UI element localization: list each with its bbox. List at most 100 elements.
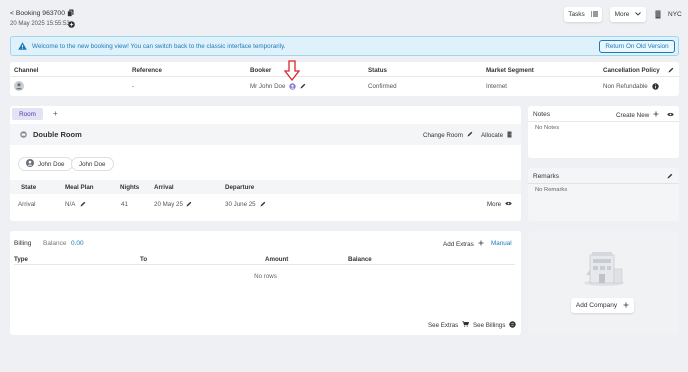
state-value: Arrival <box>18 201 36 208</box>
room-type-title: Double Room <box>33 130 82 139</box>
chevron-down-icon <box>635 11 642 18</box>
billing-empty-label: No rows <box>254 273 277 280</box>
see-billings-label: See Billings <box>473 322 506 329</box>
eye-icon[interactable] <box>667 112 674 119</box>
guest-chip-secondary[interactable]: John Doe <box>71 157 114 171</box>
header-channel: Channel <box>14 67 39 74</box>
remarks-empty-label: No Remarks <box>535 187 568 193</box>
edit-departure-icon[interactable] <box>260 201 266 209</box>
create-note-button[interactable]: Create New <box>616 111 659 119</box>
remarks-card: Remarks No Remarks <box>528 168 679 221</box>
guest-name: John Doe <box>38 160 65 168</box>
header-nights: Nights <box>120 184 140 191</box>
channel-avatar-icon <box>14 81 24 93</box>
market-segment-value: Internet <box>486 83 507 90</box>
banner-message: Welcome to the new booking view! You can… <box>32 43 286 50</box>
door-icon <box>507 131 512 140</box>
allocate-button[interactable]: Allocate <box>481 131 512 140</box>
change-room-button[interactable]: Change Room <box>423 131 473 139</box>
guest-name: John Doe <box>79 160 106 168</box>
balance-label: Balance <box>43 240 67 247</box>
edit-meal-plan-icon[interactable] <box>80 201 86 209</box>
change-room-label: Change Room <box>423 131 463 139</box>
return-old-version-button[interactable]: Return On Old Version <box>599 40 675 53</box>
add-extras-button[interactable]: Add Extras <box>443 240 484 248</box>
edit-icon <box>467 131 473 139</box>
edit-booker-icon[interactable] <box>300 83 306 91</box>
header-to: To <box>140 256 148 263</box>
contact-card-icon[interactable] <box>289 83 296 92</box>
bed-icon <box>20 131 27 140</box>
see-billings-button[interactable]: See Billings <box>473 321 517 330</box>
list-icon <box>590 11 598 19</box>
edit-arrival-icon[interactable] <box>186 201 192 209</box>
reference-value: - <box>132 83 135 90</box>
header-status: Status <box>368 67 387 74</box>
tasks-label: Tasks <box>568 11 585 18</box>
allocate-label: Allocate <box>481 132 504 139</box>
tasks-button[interactable]: Tasks <box>564 7 602 22</box>
departure-value: 30 June 25 <box>225 201 256 208</box>
booking-summary-card: Channel Reference Booker Status Market S… <box>10 60 679 96</box>
manual-link[interactable]: Manual <box>491 240 512 247</box>
add-room-tab-button[interactable]: + <box>53 109 58 118</box>
header-amount: Amount <box>265 256 289 263</box>
tab-room[interactable]: Room <box>12 108 43 120</box>
billing-card: Billing Balance 0.00 Add Extras Manual T… <box>10 231 521 335</box>
more-label: More <box>614 11 630 18</box>
status-value: Confirmed <box>368 83 397 90</box>
room-type-bar: Double Room Change Room Allocate <box>10 124 521 145</box>
header-market-segment: Market Segment <box>486 67 534 74</box>
header-type: Type <box>14 256 28 263</box>
add-company-label: Add Company <box>575 302 618 309</box>
header-reference: Reference <box>132 67 162 74</box>
plus-icon <box>478 240 484 248</box>
arrival-value: 20 May 25 <box>154 201 183 208</box>
see-extras-button[interactable]: See Extras <box>428 321 470 329</box>
header-arrival: Arrival <box>154 184 174 191</box>
room-table-header: State Meal Plan Nights Arrival Departure <box>10 180 521 194</box>
room-more-button[interactable]: More <box>487 201 512 208</box>
cart-icon <box>462 321 470 329</box>
remarks-title: Remarks <box>533 173 560 180</box>
header-cancellation-policy: Cancellation Policy <box>603 67 660 74</box>
header-departure: Departure <box>225 184 255 191</box>
company-building-icon <box>582 249 626 289</box>
company-card: Add Company <box>528 231 679 335</box>
meal-plan-value: N/A <box>65 201 76 208</box>
cancellation-policy-value: Non Refundable <box>603 83 648 90</box>
edit-remarks-icon[interactable] <box>667 173 673 181</box>
warning-icon <box>18 42 27 52</box>
header-booker: Booker <box>250 67 272 74</box>
header-meal-plan: Meal Plan <box>65 184 94 191</box>
plus-icon <box>653 111 659 119</box>
billing-title: Billing <box>14 240 32 247</box>
add-company-button[interactable]: Add Company <box>571 298 634 313</box>
room-more-label: More <box>487 201 502 208</box>
money-icon <box>509 321 517 330</box>
annotation-arrow-icon <box>283 60 301 83</box>
header-state: State <box>21 184 37 191</box>
info-icon[interactable] <box>652 83 659 92</box>
booking-datetime: 20 May 2025 15:55:53 <box>10 21 70 27</box>
see-extras-label: See Extras <box>428 321 459 329</box>
edit-policy-icon[interactable] <box>668 67 674 75</box>
header-balance: Balance <box>348 256 372 263</box>
notes-title: Notes <box>533 111 550 118</box>
back-link[interactable]: < Booking 963700 <box>10 10 65 17</box>
plus-icon <box>623 302 629 310</box>
building-icon <box>655 10 661 21</box>
room-card: Room + Double Room Change Room Allocate … <box>10 106 521 221</box>
guest-chip-primary[interactable]: John Doe <box>18 157 73 171</box>
create-new-label: Create New <box>616 111 650 119</box>
info-banner: Welcome to the new booking view! You can… <box>10 36 679 56</box>
copy-icon[interactable] <box>67 9 74 19</box>
balance-value: 0.00 <box>71 240 84 247</box>
booking-title: < Booking 963700 <box>10 10 65 17</box>
notes-card: Notes Create New No Notes <box>528 106 679 158</box>
add-extras-label: Add Extras <box>443 240 474 248</box>
booker-name[interactable]: Mr John Doe <box>250 83 285 90</box>
notes-empty-label: No Notes <box>535 125 560 131</box>
add-circle-icon[interactable] <box>68 21 75 30</box>
more-menu-button[interactable]: More <box>610 7 646 22</box>
